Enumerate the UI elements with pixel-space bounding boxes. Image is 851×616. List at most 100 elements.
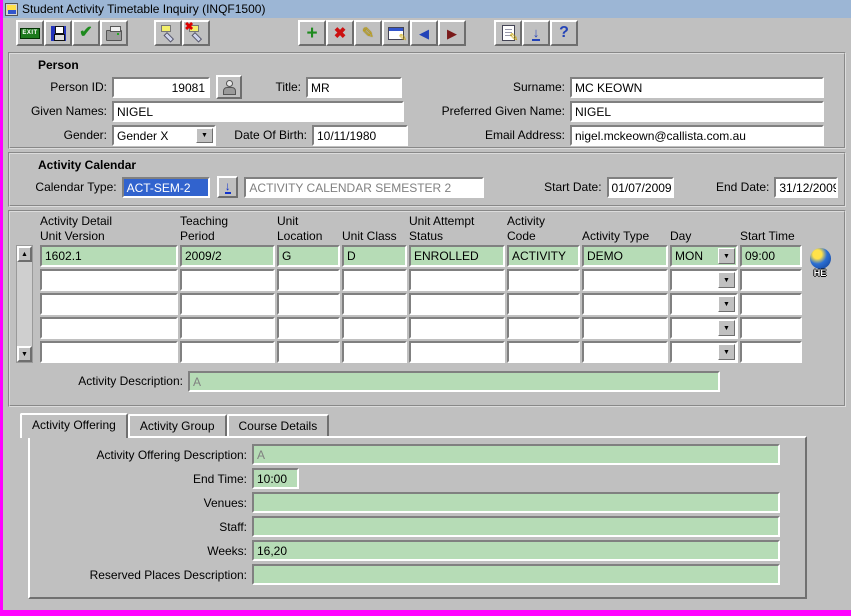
unit-location-field[interactable] xyxy=(277,293,340,315)
unit-class-field[interactable] xyxy=(342,317,407,339)
person-id-field[interactable]: 19081 xyxy=(112,77,210,98)
title-field[interactable]: MR xyxy=(306,77,402,98)
unit-attempt-status-field[interactable] xyxy=(409,269,505,291)
unit-location-field[interactable] xyxy=(277,317,340,339)
day-select[interactable]: ▼ xyxy=(670,269,738,291)
unit-location-field[interactable]: G xyxy=(277,245,340,267)
activity-code-field[interactable] xyxy=(507,317,580,339)
activity-type-field[interactable] xyxy=(582,293,668,315)
email-address-field[interactable]: nigel.mckeown@callista.com.au xyxy=(570,125,824,146)
record-scrollbar[interactable]: ▲ ▼ xyxy=(16,245,33,363)
tab-activity-group[interactable]: Activity Group xyxy=(128,414,227,436)
table-row: ▼ xyxy=(40,341,838,363)
weeks-field[interactable]: 16,20 xyxy=(252,540,780,561)
activity-type-field[interactable] xyxy=(582,341,668,363)
start-time-field[interactable] xyxy=(740,269,802,291)
given-names-field[interactable]: NIGEL xyxy=(112,101,404,122)
edit-button[interactable] xyxy=(494,20,522,46)
day-select[interactable]: ▼ xyxy=(670,341,738,363)
day-select[interactable]: ▼ xyxy=(670,293,738,315)
update-record-button[interactable]: ✎ xyxy=(354,20,382,46)
start-date-label: Start Date: xyxy=(514,180,606,194)
tab-course-details[interactable]: Course Details xyxy=(227,414,330,436)
unit-attempt-status-field[interactable]: ENROLLED xyxy=(409,245,505,267)
unit-location-field[interactable] xyxy=(277,269,340,291)
teaching-period-field[interactable]: 2009/2 xyxy=(180,245,275,267)
activity-code-field[interactable] xyxy=(507,341,580,363)
end-time-field[interactable]: 10:00 xyxy=(252,468,299,489)
unit-version-field[interactable] xyxy=(40,317,178,339)
surname-field[interactable]: MC KEOWN xyxy=(570,77,824,98)
activity-type-field[interactable]: DEMO xyxy=(582,245,668,267)
unit-class-field[interactable] xyxy=(342,269,407,291)
save-button[interactable] xyxy=(44,20,72,46)
unit-attempt-status-field[interactable] xyxy=(409,317,505,339)
day-dropdown-button[interactable]: ▼ xyxy=(718,296,735,312)
previous-block-button[interactable]: ◀ xyxy=(410,20,438,46)
unit-attempt-status-field[interactable] xyxy=(409,341,505,363)
find-window-button[interactable] xyxy=(382,20,410,46)
unit-attempt-status-field[interactable] xyxy=(409,293,505,315)
commit-button[interactable]: ✔ xyxy=(72,20,100,46)
activity-type-field[interactable] xyxy=(582,317,668,339)
unit-version-field[interactable] xyxy=(40,341,178,363)
activity-type-field[interactable] xyxy=(582,269,668,291)
activity-description-field[interactable]: A xyxy=(188,371,720,392)
preferred-given-name-field[interactable]: NIGEL xyxy=(570,101,824,122)
download-button[interactable]: ↓ xyxy=(522,20,550,46)
day-dropdown-button[interactable]: ▼ xyxy=(718,320,735,336)
enter-query-button[interactable] xyxy=(154,20,182,46)
day-select[interactable]: ▼ xyxy=(670,317,738,339)
gender-select[interactable]: Gender X ▼ xyxy=(112,125,216,146)
start-time-field[interactable] xyxy=(740,317,802,339)
save-icon xyxy=(51,26,66,41)
venues-field[interactable] xyxy=(252,492,780,513)
activity-offering-description-field[interactable]: A xyxy=(252,444,780,465)
start-time-field[interactable] xyxy=(740,293,802,315)
calendar-type-field[interactable]: ACT-SEM-2 xyxy=(122,177,211,198)
teaching-period-field[interactable] xyxy=(180,317,275,339)
person-lookup-button[interactable] xyxy=(216,75,242,99)
column-header: Unit Class xyxy=(342,229,407,244)
unit-class-field[interactable] xyxy=(342,293,407,315)
teaching-period-field[interactable] xyxy=(180,293,275,315)
start-date-field[interactable]: 01/07/2009 xyxy=(607,177,674,198)
higher-education-globe-icon: HE xyxy=(806,248,834,278)
start-time-field[interactable]: 09:00 xyxy=(740,245,802,267)
activity-code-field[interactable] xyxy=(507,293,580,315)
scroll-down-button[interactable]: ▼ xyxy=(17,346,32,362)
day-dropdown-button[interactable]: ▼ xyxy=(718,248,735,264)
staff-field[interactable] xyxy=(252,516,780,537)
date-of-birth-field[interactable]: 10/11/1980 xyxy=(312,125,408,146)
activity-code-field[interactable]: ACTIVITY xyxy=(507,245,580,267)
unit-location-field[interactable] xyxy=(277,341,340,363)
print-button[interactable] xyxy=(100,20,128,46)
insert-record-button[interactable]: + xyxy=(298,20,326,46)
activity-code-field[interactable] xyxy=(507,269,580,291)
cancel-query-button[interactable]: ✖ xyxy=(182,20,210,46)
exit-button[interactable]: EXIT xyxy=(16,20,44,46)
delete-record-button[interactable]: ✖ xyxy=(326,20,354,46)
help-button[interactable]: ? xyxy=(550,20,578,46)
activity-detail-header-line1: Activity Detail Teaching Unit Unit Attem… xyxy=(40,214,838,229)
unit-class-field[interactable] xyxy=(342,341,407,363)
end-date-field[interactable]: 31/12/2009 xyxy=(774,177,838,198)
scroll-up-button[interactable]: ▲ xyxy=(17,246,32,262)
gender-dropdown-button[interactable]: ▼ xyxy=(196,128,213,143)
teaching-period-field[interactable] xyxy=(180,269,275,291)
unit-version-field[interactable] xyxy=(40,293,178,315)
unit-class-field[interactable]: D xyxy=(342,245,407,267)
day-dropdown-button[interactable]: ▼ xyxy=(718,344,735,360)
next-block-button[interactable]: ▶ xyxy=(438,20,466,46)
reserved-places-description-field[interactable] xyxy=(252,564,780,585)
unit-version-field[interactable] xyxy=(40,269,178,291)
start-time-field[interactable] xyxy=(740,341,802,363)
teaching-period-field[interactable] xyxy=(180,341,275,363)
form-client-area: Person Person ID: 19081 Title: MR Surnam… xyxy=(3,48,851,610)
tab-activity-offering[interactable]: Activity Offering xyxy=(20,413,128,438)
day-select[interactable]: MON ▼ xyxy=(670,245,738,267)
day-dropdown-button[interactable]: ▼ xyxy=(718,272,735,288)
unit-version-field[interactable]: 1602.1 xyxy=(40,245,178,267)
calendar-lov-button[interactable]: ↓ xyxy=(217,176,238,198)
day-value: MON xyxy=(675,249,703,263)
